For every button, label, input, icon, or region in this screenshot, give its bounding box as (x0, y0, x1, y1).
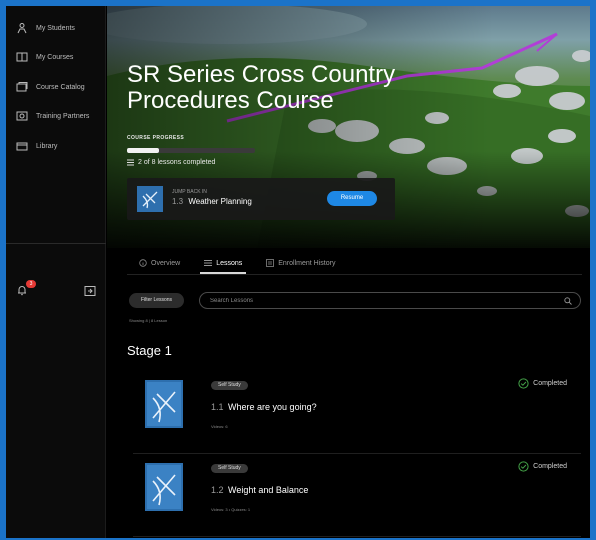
jump-lesson-title: 1.3 Weather Planning (172, 197, 252, 206)
sidebar-item-library[interactable]: Library (16, 137, 57, 155)
sidebar-item-my-courses[interactable]: My Courses (16, 48, 73, 66)
catalog-icon (16, 82, 28, 92)
course-progress-label: COURSE PROGRESS (127, 135, 185, 141)
jump-back-in-label: JUMP BACK IN (172, 189, 207, 195)
check-circle-icon (518, 461, 529, 472)
lessons-completed-text: 2 of 8 lessons completed (138, 159, 216, 166)
sidebar-item-my-students[interactable]: My Students (16, 19, 75, 37)
showing-count: Showing 8 | 8 Lesson (129, 318, 168, 323)
lesson-title[interactable]: 1.2 Weight and Balance (211, 485, 308, 495)
app-window: My Students My Courses Course Catalog Tr… (6, 6, 590, 538)
sidebar-item-course-catalog[interactable]: Course Catalog (16, 78, 85, 96)
lesson-meta: Videos: 3 • Quizzes: 1 (211, 507, 251, 512)
jump-lesson-number: 1.3 (172, 197, 184, 206)
course-progress-bar (127, 148, 255, 153)
lesson-thumbnail-icon (145, 463, 183, 511)
logout-icon[interactable] (84, 285, 96, 297)
lesson-number: 1.2 (211, 485, 224, 495)
course-hero: SR Series Cross Country Procedures Cours… (107, 6, 590, 248)
lesson-meta: Videos: 6 (211, 424, 228, 429)
course-title: SR Series Cross Country Procedures Cours… (127, 61, 396, 114)
lesson-type-badge: Self Study (211, 464, 248, 473)
tabs-divider (127, 274, 582, 275)
lesson-status-text: Completed (533, 380, 567, 387)
info-icon (139, 259, 147, 267)
sidebar-item-label: My Students (36, 24, 75, 32)
sidebar-item-label: My Courses (36, 53, 74, 61)
sidebar-item-training-partners[interactable]: Training Partners (16, 107, 89, 125)
tab-lessons[interactable]: Lessons (192, 252, 254, 274)
tab-enrollment-history[interactable]: Enrollment History (254, 252, 347, 274)
sidebar-item-label: Library (36, 142, 58, 150)
sidebar-item-label: Training Partners (36, 112, 90, 120)
jump-back-in-card[interactable]: JUMP BACK IN 1.3 Weather Planning Resume (127, 178, 395, 220)
resume-button[interactable]: Resume (327, 191, 377, 206)
tab-label: Enrollment History (278, 259, 336, 267)
notification-badge: 3 (26, 280, 36, 288)
main-content: SR Series Cross Country Procedures Cours… (107, 6, 590, 538)
lesson-thumbnail-icon (145, 380, 183, 428)
lesson-row[interactable]: Self Study 1.1 Where are you going? Vide… (133, 374, 581, 454)
lesson-thumbnail-icon (137, 186, 163, 212)
filter-lessons-button[interactable]: Filter Lessons (129, 293, 184, 308)
students-icon (17, 23, 27, 34)
book-icon (16, 52, 28, 62)
list-icon (127, 159, 134, 166)
lesson-status: Completed (518, 378, 567, 389)
search-lessons-field[interactable] (199, 292, 581, 309)
course-progress-fill (127, 148, 159, 153)
library-icon (16, 142, 28, 151)
lessons-completed-count: 2 of 8 lessons completed (127, 159, 215, 166)
jump-lesson-name: Weather Planning (188, 197, 252, 206)
lesson-type-badge: Self Study (211, 381, 248, 390)
sidebar-divider (6, 243, 106, 244)
partners-icon (16, 111, 28, 121)
sidebar-item-label: Course Catalog (36, 83, 85, 91)
check-circle-icon (518, 378, 529, 389)
search-icon[interactable] (564, 297, 572, 305)
lesson-title[interactable]: 1.1 Where are you going? (211, 402, 317, 412)
tab-label: Lessons (216, 259, 243, 267)
tab-label: Overview (151, 259, 181, 267)
history-icon (266, 259, 275, 267)
tab-overview[interactable]: Overview (127, 252, 192, 274)
lesson-status: Completed (518, 461, 567, 472)
lesson-number: 1.1 (211, 402, 224, 412)
course-tabs: Overview Lessons Enrollment History (127, 252, 347, 274)
lesson-row[interactable]: Self Study 1.2 Weight and Balance Videos… (133, 457, 581, 537)
sidebar: My Students My Courses Course Catalog Tr… (6, 6, 106, 538)
lesson-name: Where are you going? (228, 402, 317, 412)
lesson-name: Weight and Balance (228, 485, 309, 495)
search-input[interactable] (210, 295, 550, 307)
list-icon (204, 260, 213, 266)
stage-title: Stage 1 (127, 343, 172, 358)
lesson-status-text: Completed (533, 463, 567, 470)
